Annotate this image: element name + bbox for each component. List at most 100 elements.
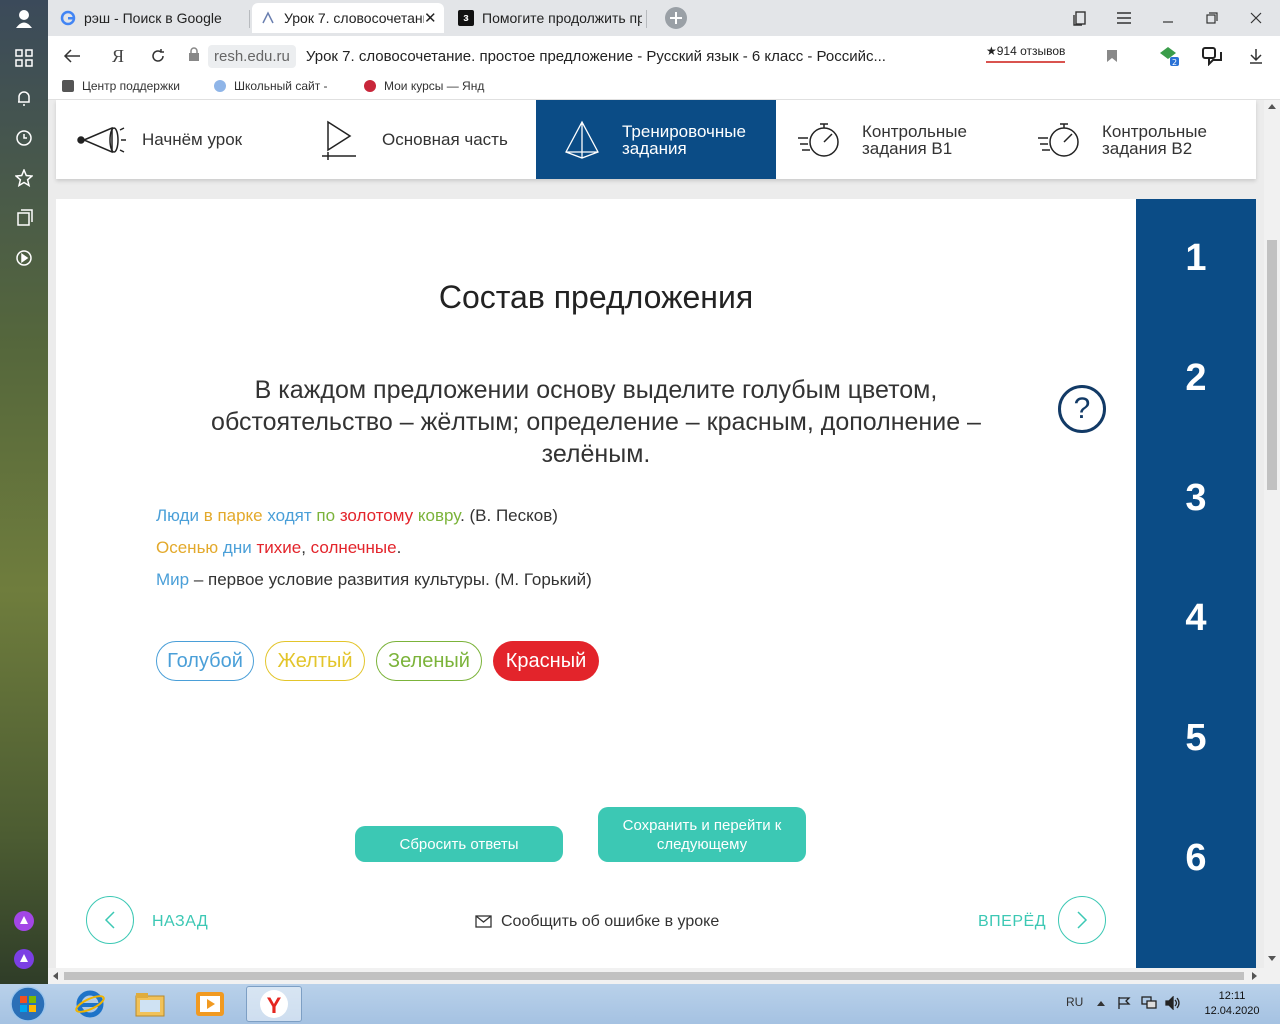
- history-icon[interactable]: [12, 126, 36, 150]
- close-tab-icon[interactable]: ✕: [424, 9, 440, 27]
- windows-taskbar: Y RU 12:11 12.04.2020: [0, 984, 1280, 1024]
- svg-text:Y: Y: [267, 993, 282, 1018]
- yandex-browser-icon[interactable]: Y: [246, 986, 302, 1022]
- new-tab-icon[interactable]: [664, 6, 688, 30]
- task-number-4[interactable]: 4: [1136, 597, 1256, 640]
- url-field[interactable]: resh.edu.ru Урок 7. словосочетание. прос…: [188, 41, 968, 71]
- back-link[interactable]: НАЗАД: [152, 913, 208, 931]
- bookmark-icon[interactable]: [1100, 44, 1124, 68]
- task-instruction: В каждом предложении основу выделите гол…: [211, 376, 981, 468]
- tab-znanija[interactable]: з Помогите продолжить пр: [450, 3, 642, 33]
- word[interactable]: Мир: [156, 570, 189, 589]
- word[interactable]: тихие: [256, 538, 301, 557]
- word[interactable]: в парке: [204, 506, 263, 525]
- word[interactable]: ковру: [418, 506, 460, 525]
- report-error-link[interactable]: Сообщить об ошибке в уроке: [475, 913, 719, 931]
- reset-answers-button[interactable]: Сбросить ответы: [355, 826, 563, 862]
- profile-icon[interactable]: [12, 6, 36, 30]
- media-player-icon[interactable]: [182, 986, 238, 1022]
- word[interactable]: дни: [223, 538, 252, 557]
- collections-icon[interactable]: [12, 206, 36, 230]
- scroll-thumb[interactable]: [1267, 240, 1277, 490]
- nav-control-b2[interactable]: Контрольные задания В2: [1016, 100, 1256, 179]
- windows-logo-icon: [10, 986, 46, 1022]
- task-number-2[interactable]: 2: [1136, 357, 1256, 400]
- scroll-thumb[interactable]: [64, 972, 1244, 980]
- word[interactable]: Люди: [156, 506, 199, 525]
- back-icon[interactable]: [60, 44, 84, 68]
- browser-window: рэш - Поиск в Google Урок 7. словосочета…: [48, 0, 1280, 984]
- horizontal-scrollbar[interactable]: [48, 968, 1280, 984]
- punctuation: ,: [301, 538, 306, 557]
- play-icon[interactable]: [12, 246, 36, 270]
- save-next-button[interactable]: Сохранить и перейти к следующему: [598, 807, 806, 862]
- word[interactable]: ходят: [267, 506, 311, 525]
- close-window-icon[interactable]: [1244, 6, 1268, 30]
- scroll-right-icon[interactable]: [1252, 972, 1257, 980]
- star-icon[interactable]: [12, 166, 36, 190]
- word[interactable]: золотому: [340, 506, 413, 525]
- bookmark-support-center[interactable]: Центр поддержки: [62, 79, 194, 93]
- next-link[interactable]: ВПЕРЁД: [978, 913, 1046, 931]
- color-red-button[interactable]: Красный: [493, 641, 599, 681]
- bell-icon[interactable]: [12, 86, 36, 110]
- stopwatch-icon: [798, 122, 839, 157]
- services-grid-icon[interactable]: [12, 46, 36, 70]
- bookmark-school-site[interactable]: Школьный сайт -: [214, 79, 352, 93]
- tray-expand-icon[interactable]: [1097, 1001, 1105, 1006]
- megaphone-icon: [77, 126, 126, 153]
- alice-icon[interactable]: [12, 909, 36, 933]
- task-number-5[interactable]: 5: [1136, 717, 1256, 760]
- znanija-icon: з: [458, 10, 474, 26]
- color-green-button[interactable]: Зеленый: [376, 641, 482, 681]
- sentence-tail: – первое условие развития культуры. (М. …: [189, 570, 592, 589]
- word[interactable]: солнечные: [311, 538, 397, 557]
- back-circle-button[interactable]: [86, 896, 134, 944]
- system-clock[interactable]: 12:11 12.04.2020: [1196, 989, 1268, 1019]
- internet-explorer-icon[interactable]: [62, 986, 118, 1022]
- start-button[interactable]: [0, 986, 56, 1022]
- nav-control-b1[interactable]: Контрольные задания В1: [776, 100, 1016, 179]
- task-number-1[interactable]: 1: [1136, 237, 1256, 280]
- bookmark-my-courses[interactable]: Мои курсы — Янд: [364, 79, 498, 93]
- reload-icon[interactable]: [146, 44, 170, 68]
- downloads-icon[interactable]: [1244, 44, 1268, 68]
- tab-google-search[interactable]: рэш - Поиск в Google: [52, 3, 248, 33]
- reviews-badge[interactable]: ★914 отзывов: [986, 44, 1065, 63]
- network-icon[interactable]: [1141, 996, 1157, 1015]
- yandex-home-icon[interactable]: Я: [106, 44, 130, 68]
- url-domain: resh.edu.ru: [208, 44, 296, 68]
- lock-icon: [188, 47, 200, 65]
- envelope-icon: [475, 915, 492, 928]
- nav-start-lesson[interactable]: Начнём урок: [56, 100, 296, 179]
- scroll-up-icon[interactable]: [1268, 104, 1276, 109]
- scroll-left-icon[interactable]: [53, 972, 58, 980]
- explorer-folder-icon[interactable]: [122, 986, 178, 1022]
- task-number-6[interactable]: 6: [1136, 837, 1256, 880]
- tab-resh-lesson[interactable]: Урок 7. словосочетание ✕: [252, 3, 444, 33]
- restore-icon[interactable]: [1200, 6, 1224, 30]
- volume-icon[interactable]: [1165, 995, 1181, 1015]
- word[interactable]: по: [316, 506, 335, 525]
- tabs-overview-icon[interactable]: [1068, 6, 1092, 30]
- word[interactable]: Осенью: [156, 538, 218, 557]
- next-circle-button[interactable]: [1058, 896, 1106, 944]
- color-yellow-button[interactable]: Желтый: [265, 641, 365, 681]
- google-icon: [60, 10, 76, 26]
- menu-icon[interactable]: [1112, 6, 1136, 30]
- help-button[interactable]: ?: [1058, 385, 1106, 433]
- vertical-scrollbar[interactable]: [1264, 100, 1280, 968]
- action-center-flag-icon[interactable]: [1117, 996, 1131, 1015]
- messenger-icon[interactable]: [1200, 44, 1224, 68]
- svg-text:2: 2: [1172, 58, 1177, 67]
- scroll-down-icon[interactable]: [1268, 956, 1276, 961]
- task-number-3[interactable]: 3: [1136, 477, 1256, 520]
- extension-icon[interactable]: 2: [1156, 44, 1180, 68]
- nav-main-part[interactable]: Основная часть: [296, 100, 536, 179]
- alice-voice-icon[interactable]: [12, 947, 36, 971]
- nav-training-tasks[interactable]: Тренировочные задания: [536, 100, 776, 179]
- language-indicator[interactable]: RU: [1066, 995, 1083, 1009]
- sentence-tail: . (В. Песков): [460, 506, 558, 525]
- minimize-icon[interactable]: [1156, 6, 1180, 30]
- color-blue-button[interactable]: Голубой: [156, 641, 254, 681]
